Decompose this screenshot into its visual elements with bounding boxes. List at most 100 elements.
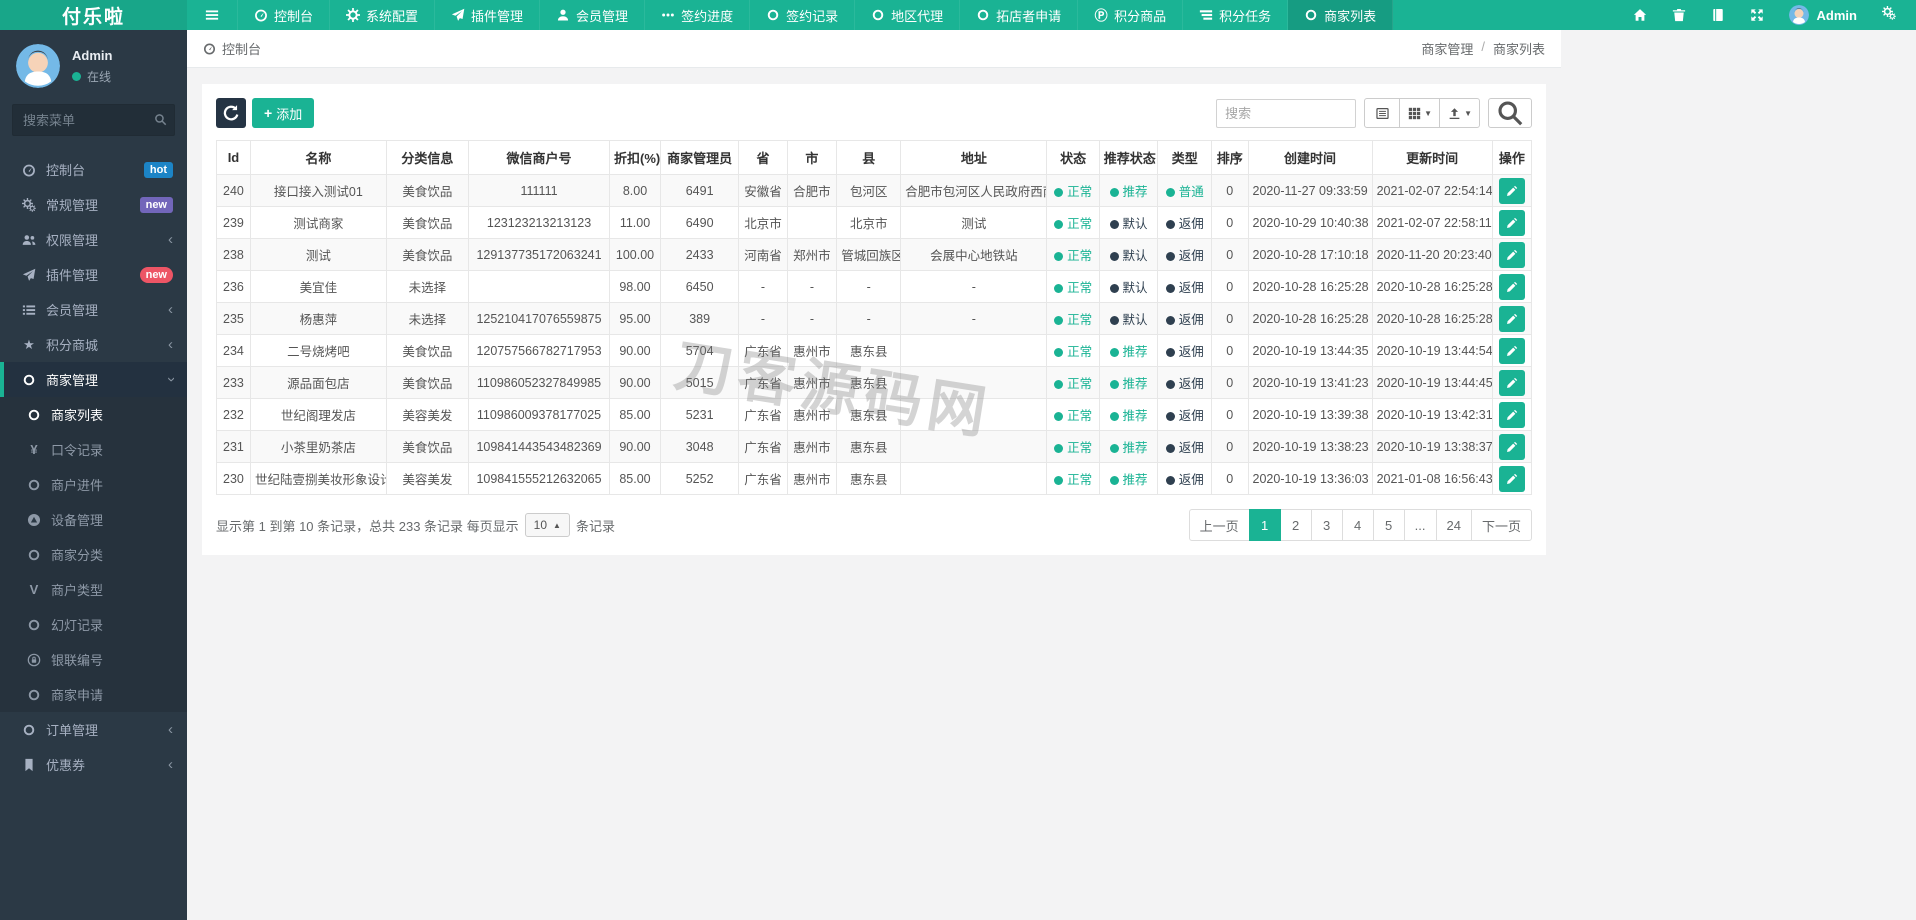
column-header-county[interactable]: 县 [836,140,902,175]
cell-address [900,430,1048,463]
sidebar-item-会员管理[interactable]: 会员管理 ‹ [0,292,187,327]
sidebar-item-商家分类[interactable]: 商家分类 [0,537,187,572]
columns-button[interactable]: ▼ [1399,98,1441,128]
sidebar-item-label: 商户类型 [51,583,104,598]
menu-toggle-button[interactable] [187,0,238,30]
plus-icon: + [264,105,273,121]
sidebar-item-权限管理[interactable]: 权限管理 ‹ [0,222,187,257]
column-header-recommend[interactable]: 推荐状态 [1098,140,1159,175]
sidebar-search-input[interactable] [12,104,175,136]
sidebar-item-幻灯记录[interactable]: 幻灯记录 [0,607,187,642]
sidebar-item-商家管理[interactable]: 商家管理 ‹ [0,362,187,397]
home-icon[interactable] [1633,8,1647,22]
cell-wechat: 110986052327849985 [467,366,611,399]
sidebar-item-商家列表[interactable]: 商家列表 [0,397,187,432]
next-page-button[interactable]: 下一页 [1470,509,1532,541]
table-search-input[interactable] [1216,98,1357,128]
circle-icon [22,723,36,737]
column-header-name[interactable]: 名称 [249,140,387,175]
sidebar-item-控制台[interactable]: 控制台 hot [0,152,187,187]
sidebar-item-设备管理[interactable]: 设备管理 [0,502,187,537]
sidebar-item-银联编号[interactable]: 银联编号 [0,642,187,677]
column-header-type[interactable]: 类型 [1157,140,1212,175]
top-nav-控制台[interactable]: 控制台 [238,0,331,30]
page-ellipsis[interactable]: ... [1403,509,1437,541]
cell-discount: 11.00 [609,206,661,239]
top-nav-签约记录[interactable]: 签约记录 [750,0,856,30]
edit-button[interactable] [1498,369,1525,396]
sidebar-item-商户进件[interactable]: 商户进件 [0,467,187,502]
cell-updated: 2020-10-19 13:42:31 [1371,398,1493,431]
sidebar-item-订单管理[interactable]: 订单管理 ‹ [0,712,187,747]
page-button-4[interactable]: 4 [1341,509,1374,541]
sidebar-item-积分商城[interactable]: ★ 积分商城 ‹ [0,327,187,362]
breadcrumb-section[interactable]: 商家管理 [1421,39,1473,58]
prev-page-button[interactable]: 上一页 [1188,509,1250,541]
export-button[interactable]: ▼ [1439,98,1480,128]
sidebar-item-口令记录[interactable]: ¥ 口令记录 [0,432,187,467]
brand-logo[interactable]: 付乐啦 [0,0,187,30]
add-button-label: 添加 [276,106,303,122]
edit-button[interactable] [1498,433,1525,460]
status-label: 正常 [1067,217,1093,231]
top-nav-积分任务[interactable]: 积分任务 [1183,0,1289,30]
sidebar-item-优惠券[interactable]: 优惠券 ‹ [0,747,187,782]
sidebar-item-插件管理[interactable]: 插件管理 new [0,257,187,292]
page-button-3[interactable]: 3 [1310,509,1343,541]
edit-button[interactable] [1498,273,1525,300]
column-header-category[interactable]: 分类信息 [385,140,470,175]
edit-button[interactable] [1498,209,1525,236]
sidebar-item-商家申请[interactable]: 商家申请 [0,677,187,712]
edit-button[interactable] [1498,401,1525,428]
breadcrumb-home[interactable]: 控制台 [222,39,261,58]
top-nav-地区代理[interactable]: 地区代理 [855,0,961,30]
status-dot-icon [1109,188,1119,197]
cell-county: 惠东县 [836,398,902,431]
edit-button[interactable] [1498,241,1525,268]
page-button-2[interactable]: 2 [1279,509,1312,541]
column-header-discount[interactable]: 折扣(%) [609,140,661,175]
edit-button[interactable] [1498,305,1525,332]
top-nav-签约进度[interactable]: 签约进度 [645,0,751,30]
column-header-sort[interactable]: 排序 [1210,140,1249,175]
settings-icon[interactable] [1882,5,1896,20]
refresh-button[interactable] [216,98,246,128]
topbar-user[interactable]: Admin [1788,5,1857,25]
column-header-created[interactable]: 创建时间 [1247,140,1373,175]
top-nav-会员管理[interactable]: 会员管理 [540,0,646,30]
column-header-manager[interactable]: 商家管理员 [659,140,740,175]
column-header-address[interactable]: 地址 [900,140,1048,175]
page-button-1[interactable]: 1 [1248,509,1281,541]
column-header-province[interactable]: 省 [738,140,788,175]
sidebar-item-商户类型[interactable]: V 商户类型 [0,572,187,607]
add-button[interactable]: + 添加 [252,98,315,128]
circle-icon [27,618,41,632]
top-nav-拓店者申请[interactable]: 拓店者申请 [960,0,1079,30]
fullscreen-icon[interactable] [1750,8,1764,22]
avatar[interactable] [16,44,60,88]
cell-county: 惠东县 [836,334,902,367]
log-icon[interactable] [1711,8,1725,22]
search-icon [154,113,167,126]
sidebar-item-常规管理[interactable]: 常规管理 new [0,187,187,222]
column-header-wechat[interactable]: 微信商户号 [467,140,611,175]
trash-icon[interactable] [1672,8,1686,22]
top-nav-系统配置[interactable]: 系统配置 [330,0,436,30]
column-header-updated[interactable]: 更新时间 [1371,140,1493,175]
cell-city: 惠州市 [786,430,838,463]
column-header-id[interactable]: Id [216,140,251,175]
page-button-5[interactable]: 5 [1372,509,1405,541]
top-nav-商家列表[interactable]: 商家列表 [1288,0,1394,30]
search-button[interactable] [1488,98,1532,128]
top-nav-积分商品[interactable]: Ⓟ 积分商品 [1078,0,1184,30]
edit-button[interactable] [1498,177,1525,204]
page-button-24[interactable]: 24 [1435,509,1472,541]
top-nav-插件管理[interactable]: 插件管理 [435,0,541,30]
column-header-status[interactable]: 状态 [1046,140,1100,175]
detail-view-button[interactable] [1364,98,1401,128]
edit-button[interactable] [1498,465,1525,492]
edit-button[interactable] [1498,337,1525,364]
column-header-action[interactable]: 操作 [1491,140,1533,175]
column-header-city[interactable]: 市 [786,140,838,175]
page-size-select[interactable]: 10 ▲ [524,513,570,537]
